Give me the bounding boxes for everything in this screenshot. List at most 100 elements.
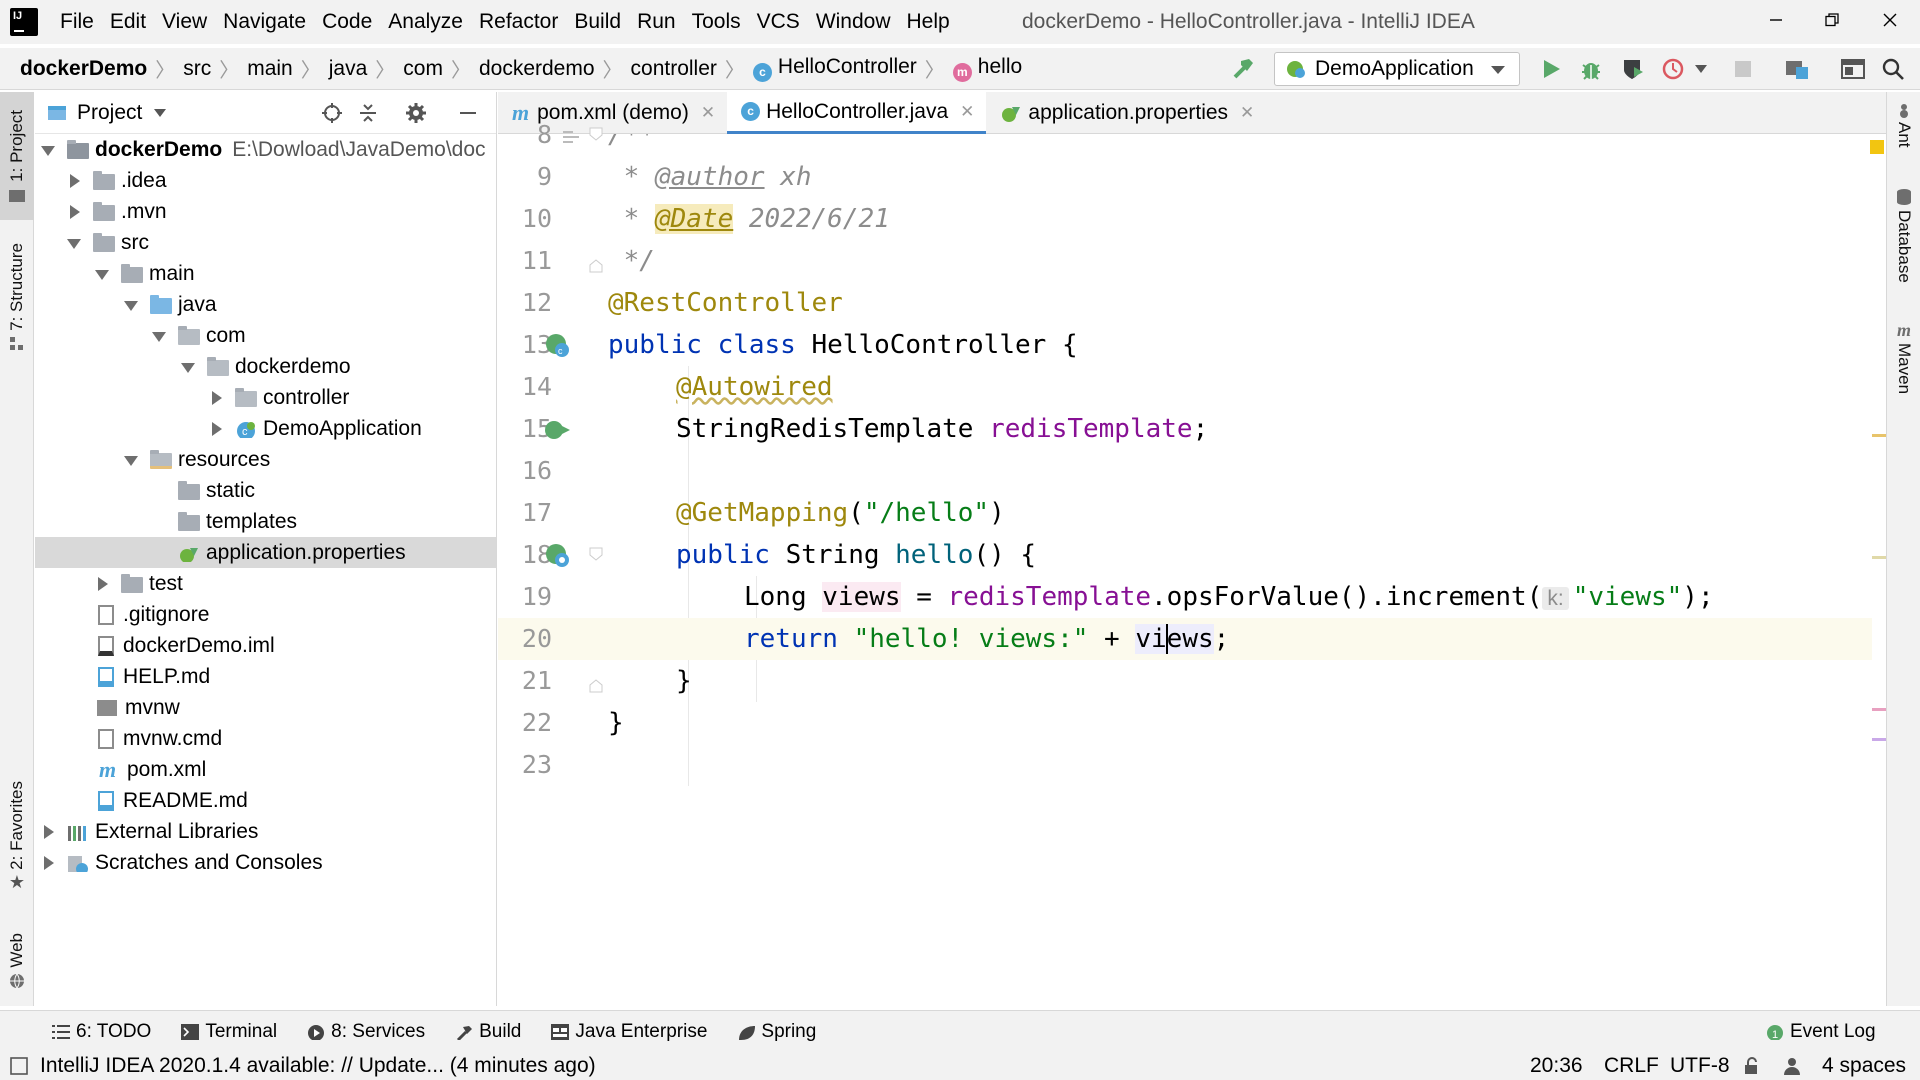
fold-collapse-icon[interactable] xyxy=(588,546,604,562)
spring-bean-gutter-icon[interactable]: c xyxy=(544,332,572,360)
project-view-selector[interactable]: Project xyxy=(77,101,142,125)
breadcrumb-java[interactable]: java xyxy=(323,57,374,81)
run-configuration-select[interactable]: DemoApplication xyxy=(1274,52,1520,86)
presentation-mode-button[interactable] xyxy=(1838,54,1868,84)
tool-terminal-button[interactable]: Terminal xyxy=(181,1021,277,1043)
breadcrumb-class[interactable]: c HelloController xyxy=(747,55,923,82)
tree-item-templates[interactable]: templates xyxy=(35,506,496,537)
tree-item-mvnw[interactable]: mvnw xyxy=(35,692,496,723)
menu-view[interactable]: View xyxy=(154,0,215,44)
line-separator[interactable]: CRLF xyxy=(1604,1054,1659,1078)
unlock-icon[interactable] xyxy=(1744,1057,1760,1075)
tool-services-button[interactable]: 8: Services xyxy=(307,1021,425,1043)
caret-position[interactable]: 20:36 xyxy=(1530,1054,1583,1078)
menu-analyze[interactable]: Analyze xyxy=(380,0,471,44)
tree-item-controller[interactable]: controller xyxy=(35,382,496,413)
tree-item-static[interactable]: static xyxy=(35,475,496,506)
menu-code[interactable]: Code xyxy=(314,0,380,44)
autowired-gutter-icon[interactable] xyxy=(544,418,572,442)
tree-item-pom[interactable]: m pom.xml xyxy=(35,754,496,785)
tree-item-idea[interactable]: .idea xyxy=(35,165,496,196)
close-window-button[interactable] xyxy=(1862,0,1918,40)
inspection-status-icon[interactable] xyxy=(1870,140,1884,154)
tool-tab-structure[interactable]: 7: Structure xyxy=(0,232,34,362)
breadcrumb-com[interactable]: com xyxy=(397,57,449,81)
profile-button[interactable] xyxy=(1660,54,1690,84)
tree-item-dockerdemo[interactable]: dockerdemo xyxy=(35,351,496,382)
tree-item-iml[interactable]: dockerDemo.iml xyxy=(35,630,496,661)
minimize-button[interactable] xyxy=(1748,0,1804,40)
project-structure-button[interactable] xyxy=(1782,54,1812,84)
stop-button[interactable] xyxy=(1728,54,1758,84)
tree-item-com[interactable]: com xyxy=(35,320,496,351)
search-everywhere-button[interactable] xyxy=(1878,54,1908,84)
status-message[interactable]: IntelliJ IDEA 2020.1.4 available: // Upd… xyxy=(40,1054,596,1078)
error-stripe[interactable] xyxy=(1870,134,1886,1006)
tree-item-readme[interactable]: README.md xyxy=(35,785,496,816)
tool-event-log-button[interactable]: 1 Event Log xyxy=(1766,1021,1876,1043)
request-mapping-gutter-icon[interactable] xyxy=(544,542,572,570)
panel-toggle-icon[interactable] xyxy=(10,1057,28,1075)
tree-item-root[interactable]: dockerDemo E:\Dowload\JavaDemo\doc xyxy=(35,134,496,165)
tree-item-resources[interactable]: resources xyxy=(35,444,496,475)
menu-vcs[interactable]: VCS xyxy=(749,0,808,44)
breadcrumb-main[interactable]: main xyxy=(241,57,299,81)
menu-refactor[interactable]: Refactor xyxy=(471,0,566,44)
tool-tab-maven[interactable]: m Maven xyxy=(1887,320,1920,394)
menu-navigate[interactable]: Navigate xyxy=(215,0,314,44)
fold-end-icon[interactable] xyxy=(588,258,604,274)
tree-item-test[interactable]: test xyxy=(35,568,496,599)
menu-window[interactable]: Window xyxy=(808,0,899,44)
tree-item-src[interactable]: src xyxy=(35,227,496,258)
tree-item-java[interactable]: java xyxy=(35,289,496,320)
coverage-button[interactable] xyxy=(1618,54,1648,84)
menu-tools[interactable]: Tools xyxy=(684,0,749,44)
tool-tab-favorites[interactable]: 2: Favorites ★ xyxy=(0,772,34,902)
warning-marker[interactable] xyxy=(1872,434,1886,437)
indent-setting[interactable]: 4 spaces xyxy=(1822,1054,1906,1078)
restore-button[interactable] xyxy=(1804,0,1860,40)
profile-dropdown[interactable] xyxy=(1690,54,1712,84)
fold-icon[interactable] xyxy=(560,126,582,148)
tool-java-enterprise-button[interactable]: Java Enterprise xyxy=(551,1021,707,1043)
tree-item-mvn[interactable]: .mvn xyxy=(35,196,496,227)
tree-item-scratches[interactable]: Scratches and Consoles xyxy=(35,847,496,878)
breadcrumb-controller[interactable]: controller xyxy=(625,57,723,81)
tree-item-gitignore[interactable]: .gitignore xyxy=(35,599,496,630)
tool-todo-button[interactable]: 6: TODO xyxy=(52,1021,151,1043)
fold-end-icon[interactable] xyxy=(588,678,604,694)
menu-build[interactable]: Build xyxy=(566,0,629,44)
build-hammer-button[interactable] xyxy=(1228,54,1258,84)
menu-file[interactable]: File xyxy=(52,0,102,44)
debug-button[interactable] xyxy=(1576,54,1606,84)
menu-run[interactable]: Run xyxy=(629,0,684,44)
tool-tab-ant[interactable]: Ant xyxy=(1887,102,1920,148)
tree-item-application-properties[interactable]: application.properties xyxy=(35,537,496,568)
breadcrumb-project[interactable]: dockerDemo xyxy=(0,57,153,81)
breadcrumb-method[interactable]: m hello xyxy=(947,55,1028,82)
menu-edit[interactable]: Edit xyxy=(102,0,154,44)
fold-collapse-icon[interactable] xyxy=(588,126,604,142)
usage-marker[interactable] xyxy=(1872,738,1886,741)
code-editor[interactable]: /** * @author xh * @Date 2022/6/21 */ @R… xyxy=(608,134,1872,1006)
breadcrumb-src[interactable]: src xyxy=(177,57,217,81)
tool-build-button[interactable]: Build xyxy=(455,1021,521,1043)
collapse-all-button[interactable] xyxy=(355,100,381,126)
tool-tab-project[interactable]: 1: Project xyxy=(0,92,34,220)
run-button[interactable] xyxy=(1536,54,1566,84)
file-encoding[interactable]: UTF-8 xyxy=(1670,1054,1730,1078)
locate-file-button[interactable] xyxy=(319,100,345,126)
tree-item-demoapplication[interactable]: c DemoApplication xyxy=(35,413,496,444)
inspector-hector-icon[interactable] xyxy=(1782,1056,1802,1076)
tree-item-help-md[interactable]: HELP.md xyxy=(35,661,496,692)
menu-help[interactable]: Help xyxy=(899,0,958,44)
settings-button[interactable] xyxy=(403,100,429,126)
tool-tab-database[interactable]: Database xyxy=(1887,188,1920,283)
tree-item-external-libraries[interactable]: External Libraries xyxy=(35,816,496,847)
close-tab-icon[interactable]: ✕ xyxy=(1240,103,1254,123)
tree-item-mvnw-cmd[interactable]: mvnw.cmd xyxy=(35,723,496,754)
breadcrumb-package[interactable]: dockerdemo xyxy=(473,57,601,81)
usage-marker[interactable] xyxy=(1872,708,1886,711)
tree-item-main[interactable]: main xyxy=(35,258,496,289)
hide-panel-button[interactable] xyxy=(455,100,481,126)
